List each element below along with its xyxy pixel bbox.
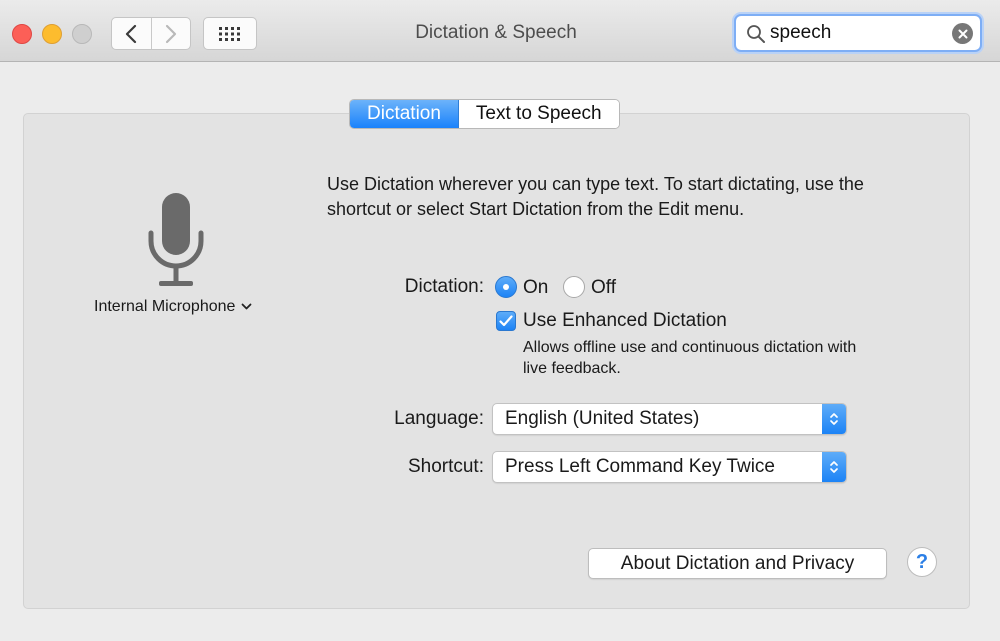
about-dictation-privacy-button[interactable]: About Dictation and Privacy [588,548,887,579]
magnifier-icon [747,25,765,43]
clear-search-button[interactable] [952,23,973,44]
back-forward-group [111,17,191,50]
dictation-description: Use Dictation wherever you can type text… [327,174,864,219]
search-field[interactable] [734,14,982,52]
popup-arrows-icon [822,452,846,482]
close-icon [958,29,967,38]
chevron-right-icon [165,24,176,43]
help-button[interactable]: ? [907,547,937,577]
shortcut-popup[interactable]: Press Left Command Key Twice [492,451,847,483]
microphone-source-popup[interactable]: Internal Microphone [94,298,252,316]
tab-text-to-speech[interactable]: Text to Speech [458,100,619,128]
enhanced-dictation-checkbox[interactable] [496,311,516,331]
microphone-source-label: Internal Microphone [94,298,236,315]
show-all-button[interactable] [203,17,257,50]
grid-icon [219,26,240,41]
window-title: Dictation & Speech [415,22,577,43]
tab-bar: Dictation Text to Speech [349,99,620,129]
shortcut-label: Shortcut: [407,456,484,477]
language-label: Language: [394,408,484,429]
chevron-down-icon [242,303,252,310]
microphone-icon [148,193,204,286]
forward-button[interactable] [150,18,191,49]
tab-dictation[interactable]: Dictation [350,100,459,128]
close-window-button[interactable] [12,24,32,44]
dictation-off-radio[interactable] [563,276,585,298]
back-button[interactable] [112,18,151,49]
enhanced-dictation-label: Use Enhanced Dictation [523,310,727,331]
checkmark-icon [499,315,513,327]
dictation-off-label: Off [591,277,616,298]
shortcut-value: Press Left Command Key Twice [505,456,775,477]
dictation-on-radio[interactable] [495,276,517,298]
language-value: English (United States) [505,408,700,429]
search-input[interactable] [770,21,940,45]
language-popup[interactable]: English (United States) [492,403,847,435]
zoom-window-button[interactable] [72,24,92,44]
minimize-window-button[interactable] [42,24,62,44]
dictation-label: Dictation: [404,276,484,297]
title-bar: Dictation & Speech [0,0,1000,62]
enhanced-dictation-help: Allows offline use and continuous dictat… [523,339,857,377]
dictation-on-label: On [523,277,549,298]
chevron-left-icon [126,24,137,43]
popup-arrows-icon [822,404,846,434]
